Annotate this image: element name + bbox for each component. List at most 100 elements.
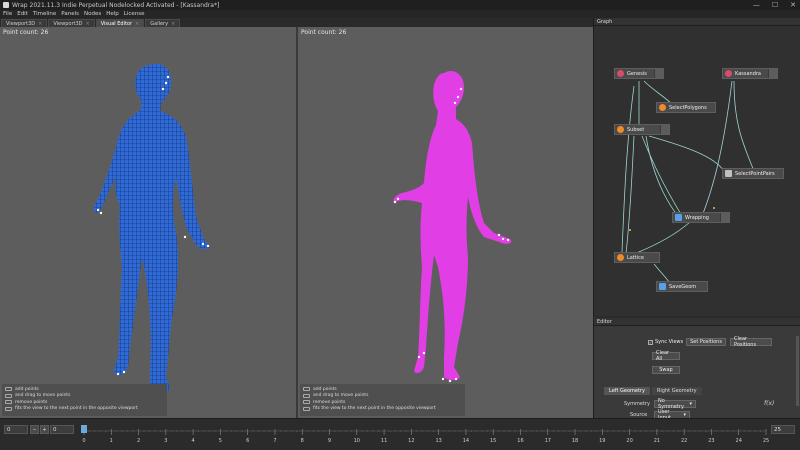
menu-file[interactable]: File: [3, 11, 12, 17]
timeline-current-input[interactable]: 0: [50, 425, 74, 434]
hint-row: fits the view to the next point in the o…: [5, 406, 164, 413]
symmetry-select[interactable]: No Symmetry ▾: [654, 398, 696, 410]
tab-viewport3d-1[interactable]: Viewport3D ×: [1, 19, 48, 27]
key-icon: [5, 406, 12, 411]
tab-left-geometry[interactable]: Left Geometry: [604, 387, 650, 395]
left-viewport[interactable]: Point count: 26 add points and drag to m…: [0, 27, 296, 418]
node-handle[interactable]: [720, 213, 729, 222]
timeline-step-button[interactable]: −: [30, 425, 39, 434]
close-icon[interactable]: ×: [38, 21, 42, 27]
close-icon[interactable]: ×: [86, 21, 90, 27]
node-handle[interactable]: [660, 125, 669, 134]
left-mesh-shape: [93, 63, 210, 394]
timeline-track[interactable]: 0 1 2 3 4 5 6 7 8 9 10 11 12 13 14 15 16 17 18 19 20 21 22 23 24…: [80, 425, 770, 449]
node-savegeom[interactable]: SaveGeom: [656, 281, 708, 292]
editor-body: ✓ Sync Views Set Positions Clear Positio…: [594, 326, 800, 421]
close-icon[interactable]: ×: [171, 21, 175, 27]
timeline-tick-label: 12: [408, 438, 414, 444]
wrapping-node-icon: [675, 214, 682, 221]
hint-text: and drag to move points: [15, 393, 71, 399]
timeline-tick-label: 22: [681, 438, 687, 444]
node-selectpointpairs[interactable]: SelectPointPairs: [722, 168, 784, 179]
node-kassandra[interactable]: Kassandra: [722, 68, 778, 79]
swap-button[interactable]: Swap: [652, 366, 680, 374]
close-icon[interactable]: ×: [135, 21, 139, 27]
tab-visual-editor[interactable]: Visual Editor ×: [95, 19, 145, 27]
key-icon: [303, 406, 310, 411]
node-handle[interactable]: [654, 69, 663, 78]
graph-panel: Graph Genesis Kassandra SelectPolygons S…: [593, 18, 800, 316]
savegeom-node-icon: [659, 283, 666, 290]
timeline-playhead[interactable]: [81, 425, 87, 433]
timeline-tick-label: 18: [572, 438, 578, 444]
mouse-icon: [5, 387, 12, 392]
node-selectpolygons[interactable]: SelectPolygons: [656, 102, 716, 113]
timeline-tick-label: 1: [110, 438, 113, 444]
menu-timeline[interactable]: Timeline: [33, 11, 56, 17]
hint-text: and drag to move points: [313, 393, 369, 399]
editor-scrollbar[interactable]: [796, 336, 799, 406]
timeline-tick-label: 6: [246, 438, 249, 444]
tab-viewport3d-2[interactable]: Viewport3D ×: [48, 19, 95, 27]
node-label: Lattice: [627, 254, 644, 261]
timeline-tick-label: 8: [301, 438, 304, 444]
timeline-tick-label: 3: [164, 438, 167, 444]
hint-text: fits the view to the next point in the o…: [15, 406, 138, 412]
sync-views-label: Sync Views: [655, 339, 684, 345]
node-label: SaveGeom: [669, 283, 697, 290]
timeline-tick-label: 23: [708, 438, 714, 444]
menu-panels[interactable]: Panels: [61, 11, 79, 17]
close-icon[interactable]: ✕: [790, 1, 796, 9]
fx-icon[interactable]: f(x): [764, 400, 774, 407]
menu-help[interactable]: Help: [106, 11, 119, 17]
tab-gallery[interactable]: Gallery ×: [145, 19, 181, 27]
minimize-icon[interactable]: —: [753, 1, 760, 9]
lattice-node-icon: [617, 254, 624, 261]
node-subset[interactable]: Subset: [614, 124, 670, 135]
editor-panel-title: Editor: [594, 318, 800, 326]
clear-all-button[interactable]: Clear All: [652, 350, 680, 362]
set-positions-button[interactable]: Set Positions: [686, 338, 726, 346]
node-label: Kassandra: [735, 70, 761, 77]
title-bar: Wrap 2021.11.3 Indie Perpetual Nodelocke…: [0, 0, 800, 10]
timeline-step-button[interactable]: +: [40, 425, 49, 434]
right-hints-panel: add points and drag to move points remov…: [300, 384, 465, 416]
node-lattice[interactable]: Lattice: [614, 252, 660, 263]
tab-label: Viewport3D: [53, 20, 83, 27]
symmetry-label: Symmetry: [624, 401, 650, 407]
mouse-icon: [303, 387, 310, 392]
mouse-icon: [303, 400, 310, 405]
graph-panel-title: Graph: [594, 18, 800, 26]
node-wrapping[interactable]: Wrapping: [672, 212, 730, 223]
right-body-mesh[interactable]: [298, 27, 593, 418]
subset-node-icon: [617, 126, 624, 133]
node-graph-canvas[interactable]: Genesis Kassandra SelectPolygons Subset …: [594, 26, 800, 316]
node-handle[interactable]: [768, 69, 777, 78]
timeline-tick-label: 13: [435, 438, 441, 444]
timeline-tick-label: 15: [490, 438, 496, 444]
checkmark-icon: ✓: [648, 339, 653, 345]
menu-license[interactable]: License: [124, 11, 145, 17]
timeline-tick-label: 21: [654, 438, 660, 444]
hint-text: fits the view to the next point in the o…: [313, 406, 436, 412]
left-body-mesh[interactable]: [0, 27, 296, 418]
menu-bar: File Edit Timeline Panels Nodes Help Lic…: [0, 10, 800, 18]
hint-row: fits the view to the next point in the o…: [303, 406, 462, 413]
tab-bar: Viewport3D × Viewport3D × Visual Editor × G…: [0, 18, 593, 27]
timeline-tick-label: 19: [599, 438, 605, 444]
timeline-tick-label: 4: [192, 438, 195, 444]
hint-text: add points: [15, 386, 39, 392]
right-viewport[interactable]: Point count: 26 add points and drag to m…: [298, 27, 593, 418]
menu-nodes[interactable]: Nodes: [84, 11, 101, 17]
timeline-end-input[interactable]: 25: [771, 425, 795, 434]
timeline-start-input[interactable]: 0: [4, 425, 28, 434]
timeline: 0 − + 0 0 1 2 3 4 5 6 7 8 9 10 11 12 13 14 15 16 17 18 19 20…: [0, 418, 800, 450]
tab-right-geometry[interactable]: Right Geometry: [651, 387, 702, 395]
node-genesis[interactable]: Genesis: [614, 68, 664, 79]
hint-text: remove points: [313, 399, 346, 405]
menu-edit[interactable]: Edit: [17, 11, 28, 17]
clear-positions-button[interactable]: Clear Positions: [730, 336, 772, 348]
hint-text: remove points: [15, 399, 48, 405]
maximize-icon[interactable]: ☐: [772, 1, 778, 9]
sync-views-checkbox[interactable]: ✓ Sync Views: [648, 339, 683, 345]
